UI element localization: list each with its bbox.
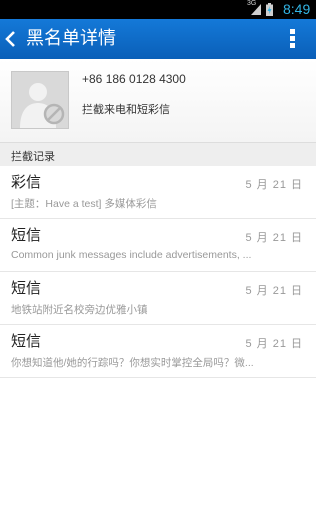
section-title: 拦截记录	[11, 150, 55, 163]
overflow-menu-icon[interactable]	[284, 27, 300, 51]
section-header: 拦截记录	[0, 142, 316, 166]
battery-icon	[266, 3, 273, 16]
message-type: 短信	[11, 226, 42, 244]
list-item[interactable]: 短信 5 月 21 日 你想知道他/她的行踪吗？你想实时掌控全局吗？微...	[0, 325, 316, 378]
message-type: 短信	[11, 279, 42, 297]
signal-icon	[251, 4, 261, 15]
page-title: 黑名单详情	[26, 28, 116, 49]
message-type: 短信	[11, 332, 42, 350]
blocked-contact-avatar-icon	[12, 72, 68, 128]
message-preview: [主题：Have a test] 多媒体彩信	[11, 198, 157, 210]
blocked-message-list: 彩信 5 月 21 日 [主题：Have a test] 多媒体彩信 短信 5 …	[0, 166, 316, 378]
title-bar: 黑名单详情	[0, 19, 316, 59]
avatar	[11, 71, 69, 129]
message-date: 5 月 21 日	[245, 338, 303, 350]
phone-number: +86 186 0128 4300	[82, 72, 186, 86]
list-item[interactable]: 彩信 5 月 21 日 [主题：Have a test] 多媒体彩信	[0, 166, 316, 219]
list-item[interactable]: 短信 5 月 21 日 Common junk messages include…	[0, 219, 316, 272]
message-date: 5 月 21 日	[245, 179, 303, 191]
clock: 8:49	[283, 1, 311, 17]
block-mode-label: 拦截来电和短彩信	[82, 103, 170, 116]
message-date: 5 月 21 日	[245, 285, 303, 297]
message-type: 彩信	[11, 173, 42, 191]
message-preview: 地铁站附近名校旁边优雅小镇	[11, 304, 148, 316]
message-date: 5 月 21 日	[245, 232, 303, 244]
message-preview: 你想知道他/她的行踪吗？你想实时掌控全局吗？微...	[11, 357, 254, 369]
contact-header: +86 186 0128 4300 拦截来电和短彩信	[0, 59, 316, 142]
list-item[interactable]: 短信 5 月 21 日 地铁站附近名校旁边优雅小镇	[0, 272, 316, 325]
chevron-left-icon[interactable]	[3, 29, 17, 49]
message-preview: Common junk messages include advertiseme…	[11, 249, 252, 261]
status-bar: 3G 8:49	[0, 0, 316, 19]
